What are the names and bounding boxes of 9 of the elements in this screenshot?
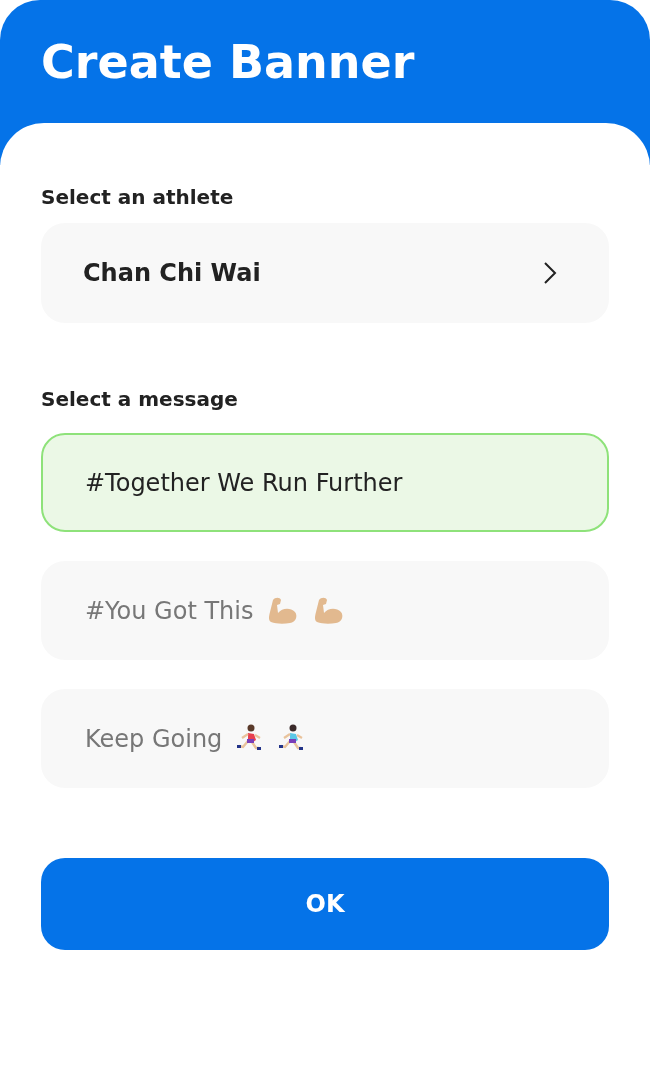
chevron-right-icon (543, 261, 557, 285)
field-label: Select a message (41, 386, 238, 413)
athlete-select[interactable]: Chan Chi Wai (41, 223, 609, 323)
page-title: Create Banner (41, 34, 415, 91)
field-label: Select an athlete (41, 184, 234, 211)
ok-button[interactable]: OK (41, 858, 609, 950)
message-option[interactable]: #Together We Run Further (41, 433, 609, 532)
message-option[interactable]: #You Got This (41, 561, 609, 660)
message-option[interactable]: Keep Going (41, 689, 609, 788)
